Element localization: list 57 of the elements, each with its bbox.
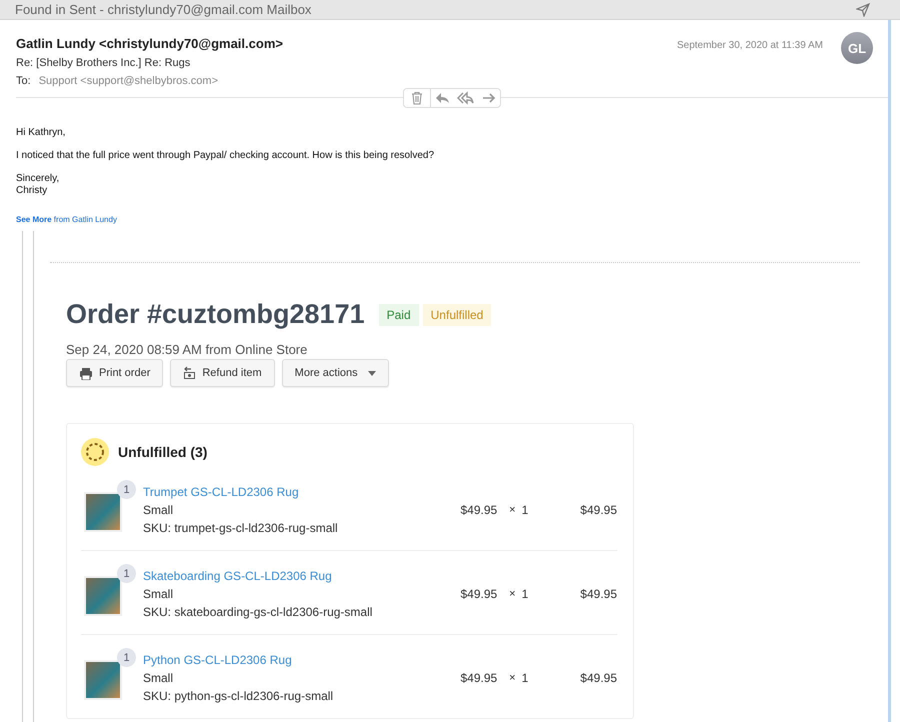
send-button[interactable] — [856, 2, 870, 16]
message-text: I noticed that the full price went through Paypal/ checking account. How is this being resolved? — [16, 150, 436, 161]
line-total: $49.95 — [580, 587, 617, 601]
recipient: Support <support@shelbybros.com> — [38, 75, 218, 87]
order-title: Order #cuztombg28171 — [66, 299, 365, 330]
refund-icon — [183, 366, 196, 380]
more-actions-dropdown[interactable]: More actions — [282, 359, 389, 387]
quantity-badge: 1 — [117, 564, 136, 583]
item-quantity: 1 — [522, 671, 528, 685]
product-link[interactable]: Skateboarding GS-CL-LD2306 Rug — [143, 567, 460, 585]
unit-price: $49.95 — [460, 503, 498, 517]
quantity-badge: 1 — [117, 648, 136, 667]
line-total: $49.95 — [580, 503, 617, 517]
reply-icon — [435, 91, 449, 105]
action-button[interactable]: Print order — [66, 359, 164, 387]
product-thumbnail — [84, 492, 122, 532]
status-badge: Paid — [378, 304, 419, 326]
quantity-badge: 1 — [117, 480, 136, 499]
window-title: Found in Sent - christylundy70@gmail.com Mailbox — [15, 2, 312, 17]
item-quantity: 1 — [522, 503, 528, 517]
product-thumbnail — [84, 576, 122, 616]
forward-arrow-icon — [482, 91, 496, 105]
signature: Christy — [16, 185, 48, 197]
unit-price: $49.95 — [460, 671, 498, 685]
to-label: To: — [16, 75, 31, 87]
product-variant: Small — [143, 502, 174, 519]
caret-icon — [368, 370, 376, 376]
multiply-sign: × — [509, 504, 516, 516]
product-thumbnail — [84, 660, 122, 700]
reply-all-icon — [457, 91, 474, 105]
product-variant: Small — [143, 586, 174, 603]
multiply-sign: × — [509, 672, 516, 684]
product-sku: SKU: skateboarding-gs-cl-ld2306-rug-small — [143, 604, 374, 621]
sender-name: Gatlin Lundy <christylundy70@gmail.com> — [16, 36, 284, 51]
greeting: Hi Kathryn, — [16, 127, 66, 138]
product-link[interactable]: Trumpet GS-CL-LD2306 Rug — [143, 483, 460, 501]
action-button[interactable]: Refund item — [170, 359, 275, 387]
see-more-link[interactable]: See More from Gatlin Lundy — [16, 215, 117, 224]
email-date: September 30, 2020 at 11:39 AM — [676, 40, 823, 51]
product-variant: Small — [143, 670, 174, 687]
order-meta: Sep 24, 2020 08:59 AM from Online Store — [66, 342, 308, 357]
multiply-sign: × — [509, 588, 516, 600]
trash-icon — [410, 91, 424, 105]
section-title: Unfulfilled (3) — [118, 444, 208, 460]
unit-price: $49.95 — [460, 587, 498, 601]
unfulfilled-status-icon — [81, 438, 109, 466]
product-sku: SKU: trumpet-gs-cl-ld2306-rug-small — [143, 520, 339, 537]
item-quantity: 1 — [522, 587, 528, 601]
product-link[interactable]: Python GS-CL-LD2306 Rug — [143, 651, 460, 669]
product-sku: SKU: python-gs-cl-ld2306-rug-small — [143, 688, 334, 705]
printer-icon — [79, 366, 93, 380]
send-icon — [856, 2, 870, 16]
line-total: $49.95 — [580, 671, 617, 685]
closing: Sincerely, — [16, 173, 60, 185]
status-badge: Unfulfilled — [422, 304, 492, 326]
avatar: GL — [841, 32, 873, 64]
email-subject: Re: [Shelby Brothers Inc.] Re: Rugs — [16, 57, 192, 69]
